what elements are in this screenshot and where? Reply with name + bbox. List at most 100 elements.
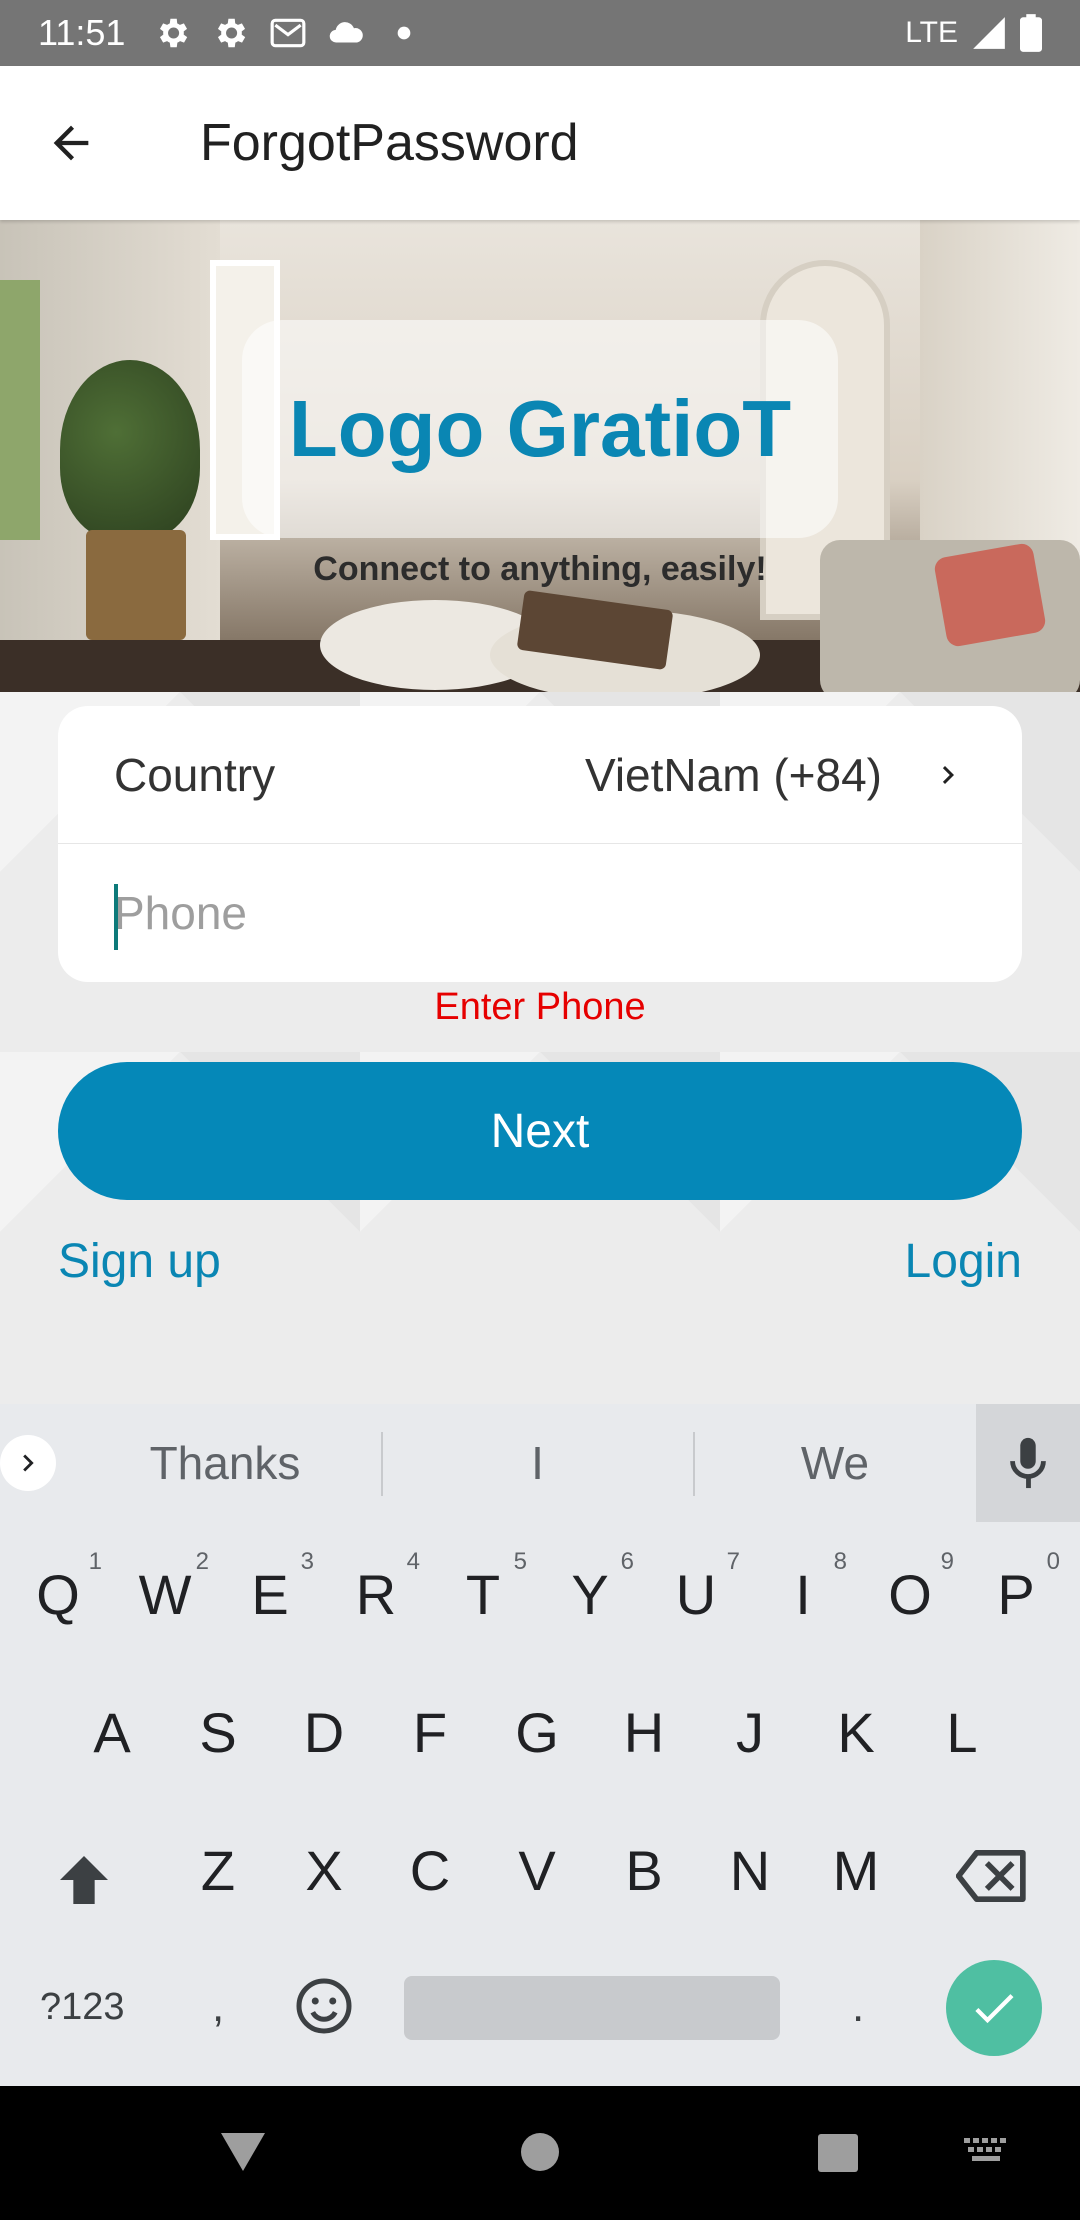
keyboard-switch-icon[interactable] bbox=[964, 2138, 1008, 2168]
key-l[interactable]: L bbox=[912, 1700, 1012, 1765]
battery-icon bbox=[1020, 14, 1042, 52]
enter-key[interactable] bbox=[946, 1960, 1042, 2056]
key-hint: 7 bbox=[726, 1548, 740, 1575]
suggestion-2[interactable]: I bbox=[385, 1436, 690, 1490]
key-hint: 6 bbox=[620, 1548, 634, 1575]
country-label: Country bbox=[114, 748, 276, 801]
space-key[interactable] bbox=[404, 1976, 780, 2040]
status-bar: 11:51 LTE bbox=[0, 0, 1080, 66]
key-v[interactable]: V bbox=[487, 1838, 587, 1903]
keyboard: Q1 W2 E3 R4 T5 Y6 U7 I8 O9 P0 A S D F G … bbox=[0, 1522, 1080, 2086]
key-o[interactable]: O9 bbox=[860, 1548, 960, 1627]
suggestion-3[interactable]: We bbox=[695, 1436, 975, 1490]
key-e[interactable]: E3 bbox=[220, 1548, 320, 1627]
key-hint: 2 bbox=[195, 1548, 209, 1575]
gmail-icon bbox=[271, 18, 306, 48]
key-hint: 3 bbox=[300, 1548, 314, 1575]
phone-input[interactable] bbox=[114, 886, 966, 940]
phone-row bbox=[58, 844, 1022, 982]
system-nav-bar bbox=[0, 2086, 1080, 2220]
key-label: E bbox=[251, 1563, 289, 1626]
key-hint: 5 bbox=[513, 1548, 527, 1575]
hero-bg-window bbox=[0, 280, 40, 540]
symbols-key[interactable]: ?123 bbox=[40, 1986, 125, 2029]
emoji-key[interactable] bbox=[294, 1976, 354, 2046]
key-label: O bbox=[888, 1563, 932, 1626]
settings-icon bbox=[160, 18, 188, 48]
key-c[interactable]: C bbox=[380, 1838, 480, 1903]
status-time: 11:51 bbox=[38, 12, 126, 53]
key-i[interactable]: I8 bbox=[753, 1548, 853, 1627]
key-t[interactable]: T5 bbox=[433, 1548, 533, 1627]
key-j[interactable]: J bbox=[700, 1700, 800, 1765]
login-link[interactable]: Login bbox=[905, 1234, 1022, 1289]
keyboard-expand-button[interactable] bbox=[0, 1435, 56, 1491]
key-hint: 1 bbox=[88, 1548, 102, 1575]
key-s[interactable]: S bbox=[168, 1700, 268, 1765]
dot-icon bbox=[398, 26, 411, 40]
recents-icon[interactable] bbox=[818, 2134, 858, 2172]
period-key[interactable]: . bbox=[852, 1982, 864, 2032]
voice-input-button[interactable] bbox=[976, 1404, 1080, 1522]
backspace-icon bbox=[955, 1850, 1026, 1902]
key-hint: 4 bbox=[406, 1548, 420, 1575]
key-z[interactable]: Z bbox=[168, 1838, 268, 1903]
key-label: W bbox=[138, 1563, 192, 1626]
key-hint: 9 bbox=[940, 1548, 954, 1575]
key-x[interactable]: X bbox=[274, 1838, 374, 1903]
chevron-right-icon bbox=[23, 1454, 34, 1472]
key-b[interactable]: B bbox=[594, 1838, 694, 1903]
key-u[interactable]: U7 bbox=[646, 1548, 746, 1627]
key-hint: 0 bbox=[1046, 1548, 1060, 1575]
suggestion-divider bbox=[381, 1432, 383, 1496]
backspace-key[interactable] bbox=[955, 1848, 1028, 1914]
signup-link[interactable]: Sign up bbox=[58, 1234, 221, 1289]
settings-icon bbox=[218, 18, 246, 48]
checkmark-icon bbox=[975, 1994, 1014, 2024]
page-title: ForgotPassword bbox=[200, 114, 579, 172]
logo-text: Logo GratioT bbox=[288, 384, 792, 473]
form-card: Country VietNam (+84) bbox=[58, 706, 1022, 982]
key-label: P bbox=[997, 1563, 1035, 1626]
key-k[interactable]: K bbox=[806, 1700, 906, 1765]
key-w[interactable]: W2 bbox=[115, 1548, 215, 1627]
key-r[interactable]: R4 bbox=[326, 1548, 426, 1627]
hero-banner: Logo GratioT Connect to anything, easily… bbox=[0, 220, 1080, 692]
key-label: T bbox=[465, 1563, 501, 1626]
key-p[interactable]: P0 bbox=[966, 1548, 1066, 1627]
tagline: Connect to anything, easily! bbox=[313, 550, 767, 588]
country-selector[interactable]: Country VietNam (+84) bbox=[58, 706, 1022, 844]
key-label: Q bbox=[36, 1563, 80, 1626]
hero-bg-plant bbox=[60, 360, 200, 540]
back-triangle-icon[interactable] bbox=[218, 2130, 268, 2174]
keyboard-suggestion-strip: Thanks I We bbox=[0, 1404, 1080, 1522]
cloud-icon bbox=[330, 22, 364, 43]
key-h[interactable]: H bbox=[594, 1700, 694, 1765]
key-a[interactable]: A bbox=[62, 1700, 162, 1765]
key-q[interactable]: Q1 bbox=[8, 1548, 108, 1627]
chevron-right-icon bbox=[942, 765, 954, 784]
key-d[interactable]: D bbox=[274, 1700, 374, 1765]
key-y[interactable]: Y6 bbox=[540, 1548, 640, 1627]
key-g[interactable]: G bbox=[487, 1700, 587, 1765]
key-label: U bbox=[675, 1563, 717, 1626]
logo-box: Logo GratioT bbox=[242, 320, 838, 538]
home-icon[interactable] bbox=[520, 2132, 560, 2172]
key-n[interactable]: N bbox=[700, 1838, 800, 1903]
back-button[interactable] bbox=[26, 98, 116, 188]
key-f[interactable]: F bbox=[380, 1700, 480, 1765]
app-bar: ForgotPassword bbox=[0, 66, 1080, 220]
key-m[interactable]: M bbox=[806, 1838, 906, 1903]
shift-key[interactable] bbox=[52, 1848, 116, 1922]
arrow-back-icon bbox=[53, 125, 89, 161]
comma-key[interactable]: , bbox=[212, 1982, 224, 2032]
key-label: R bbox=[355, 1563, 397, 1626]
text-cursor bbox=[114, 884, 118, 950]
key-label: Y bbox=[571, 1563, 609, 1626]
network-type: LTE bbox=[905, 16, 958, 49]
shift-icon bbox=[60, 1856, 108, 1904]
next-button[interactable]: Next bbox=[58, 1062, 1022, 1200]
status-notification-icons bbox=[153, 14, 423, 52]
suggestion-1[interactable]: Thanks bbox=[70, 1436, 380, 1490]
mic-icon bbox=[1010, 1437, 1046, 1489]
